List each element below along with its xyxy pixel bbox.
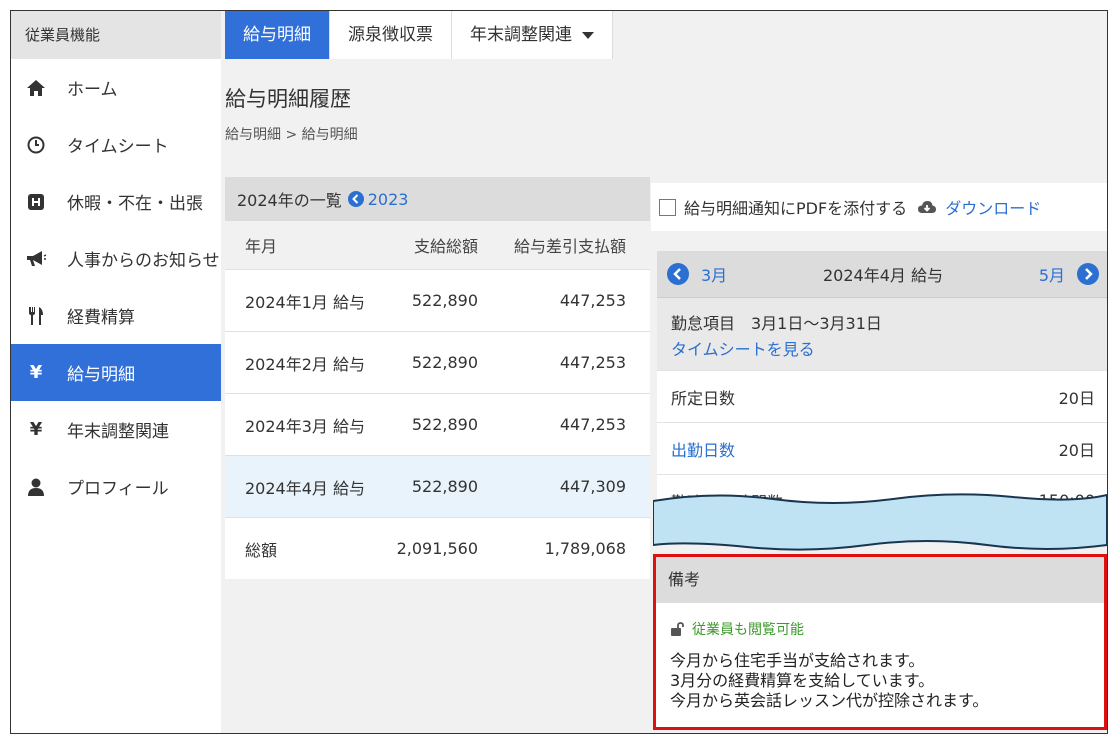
previous-year-label: 2023 [367,189,409,209]
sidebar-item-expenses[interactable]: 経費精算 [11,287,221,344]
attach-pdf-checkbox[interactable] [659,198,676,216]
history-row[interactable]: 2024年2月 給与 522,890 447,253 [225,331,650,393]
user-icon [25,476,47,498]
next-month-label: 5月 [1038,266,1065,285]
sidebar-item-label: 年末調整関連 [67,422,169,442]
yen-icon: ¥ [29,419,43,440]
row-gross: 522,890 [411,477,478,496]
history-column-headers: 年月 支給総額 給与差引支払額 [225,221,650,269]
sidebar-item-leave[interactable]: 休暇・不在・出張 [11,173,221,230]
sidebar: 従業員機能 ホーム タイムシート 休暇・不在・出張 人事からのお知らせ 経費精算… [11,11,221,733]
sidebar-title: 従業員機能 [11,11,221,59]
sidebar-item-label: 休暇・不在・出張 [67,194,203,214]
sidebar-item-label: 経費精算 [67,308,135,328]
history-row-selected[interactable]: 2024年4月 給与 522,890 447,309 [225,455,650,517]
remarks-panel: 備考 従業員も閲覧可能 今月から住宅手当が支給されます。 3月分の経費精算を支給… [653,554,1107,730]
top-tabs: 給与明細 源泉徴収票 年末調整関連 [225,11,613,59]
cloud-download-icon [918,201,937,213]
attach-pdf-bar: 給与明細通知にPDFを添付する ダウンロード [651,183,1107,231]
column-header-gross: 支給総額 [413,237,478,256]
previous-month-link[interactable]: 3月 [667,262,727,286]
remarks-heading: 備考 [656,557,1104,603]
sidebar-item-home[interactable]: ホーム [11,59,221,116]
row-month: 2024年3月 給与 [245,416,365,436]
attach-pdf-label: 給与明細通知にPDFを添付する [684,199,908,218]
chevron-left-circle-icon [347,191,364,207]
total-gross: 2,091,560 [396,539,478,558]
total-label: 総額 [245,540,278,560]
sidebar-item-label: タイムシート [67,137,169,157]
tab-withholding-slip[interactable]: 源泉徴収票 [330,11,452,59]
sidebar-item-payslip[interactable]: ¥ 給与明細 [11,344,221,401]
hotel-icon [25,191,47,213]
column-header-month: 年月 [245,237,278,256]
yen-icon: ¥ [29,362,43,383]
row-month: 2024年2月 給与 [245,354,365,374]
tab-payslip[interactable]: 給与明細 [225,11,330,59]
detail-label: 所定日数 [671,388,736,408]
sidebar-item-label: 人事からのお知らせ [67,251,220,271]
sidebar-item-year-end[interactable]: ¥ 年末調整関連 [11,401,221,458]
history-header: 2024年の一覧 2023 [225,177,650,221]
sidebar-item-timesheet[interactable]: タイムシート [11,116,221,173]
breadcrumb: 給与明細 > 給与明細 [225,127,358,143]
remarks-line: 今月から住宅手当が支給されます。 [670,651,925,670]
month-navigator: 3月 2024年4月 給与 5月 [657,251,1107,297]
remarks-line: 今月から英会話レッスン代が控除されます。 [670,691,989,710]
omitted-content-wave [653,493,1107,551]
current-payslip-label: 2024年4月 給与 [823,266,943,285]
history-total-row: 総額 2,091,560 1,789,068 [225,517,650,579]
sidebar-item-label: ホーム [67,80,118,100]
page-title: 給与明細履歴 [225,87,351,111]
previous-year-link[interactable]: 2023 [347,189,409,209]
detail-row-attendance-days: 出勤日数 20日 [657,422,1107,474]
history-heading: 2024年の一覧 [237,191,342,210]
payslip-history-list: 2024年の一覧 2023 年月 支給総額 給与差引支払額 2024年1月 給与… [225,177,650,579]
view-timesheet-link[interactable]: タイムシートを見る [671,336,1095,360]
row-month: 2024年1月 給与 [245,292,365,312]
home-icon [25,77,47,99]
row-net: 447,253 [559,353,626,372]
tab-year-end-dropdown[interactable]: 年末調整関連 [452,11,613,59]
tab-label: 年末調整関連 [470,25,572,45]
next-month-link[interactable]: 5月 [1039,262,1099,286]
sidebar-item-label: プロフィール [67,479,169,499]
row-gross: 522,890 [411,415,478,434]
caret-down-icon [582,31,594,39]
row-month: 2024年4月 給与 [245,478,365,498]
row-gross: 522,890 [411,291,478,310]
clock-icon [25,134,47,156]
megaphone-icon [25,248,47,270]
payslip-detail: 3月 2024年4月 給与 5月 勤怠項目 3月1日〜3月31日 タイムシートを… [657,251,1107,526]
visibility-note: 従業員も閲覧可能 [670,619,1104,639]
row-net: 447,253 [559,291,626,310]
chevron-left-circle-icon [667,263,689,285]
sidebar-item-announcements[interactable]: 人事からのお知らせ [11,230,221,287]
previous-month-label: 3月 [701,266,728,285]
chevron-right-circle-icon [1077,263,1099,285]
history-row[interactable]: 2024年1月 給与 522,890 447,253 [225,269,650,331]
row-net: 447,253 [559,415,626,434]
unlock-icon [671,622,684,636]
row-gross: 522,890 [411,353,478,372]
detail-value: 20日 [1058,440,1095,460]
download-label: ダウンロード [945,199,1042,218]
attendance-days-link[interactable]: 出勤日数 [671,437,735,461]
detail-row-scheduled-days: 所定日数 20日 [657,370,1107,422]
sidebar-item-profile[interactable]: プロフィール [11,458,221,515]
attendance-heading: 勤怠項目 3月1日〜3月31日 [671,314,882,333]
column-header-net: 給与差引支払額 [513,237,626,256]
app-frame: 従業員機能 ホーム タイムシート 休暇・不在・出張 人事からのお知らせ 経費精算… [10,10,1108,734]
history-row[interactable]: 2024年3月 給与 522,890 447,253 [225,393,650,455]
detail-value: 20日 [1058,388,1095,408]
visibility-text: 従業員も閲覧可能 [692,622,804,638]
total-net: 1,789,068 [544,539,626,558]
attendance-section-header: 勤怠項目 3月1日〜3月31日 タイムシートを見る [657,297,1107,370]
remarks-text: 今月から住宅手当が支給されます。 3月分の経費精算を支給しています。 今月から英… [670,651,1104,711]
sidebar-item-label: 給与明細 [67,365,135,385]
download-link[interactable]: ダウンロード [917,195,1041,219]
remarks-line: 3月分の経費精算を支給しています。 [670,671,935,690]
row-net: 447,309 [559,477,626,496]
cutlery-icon [25,305,47,327]
